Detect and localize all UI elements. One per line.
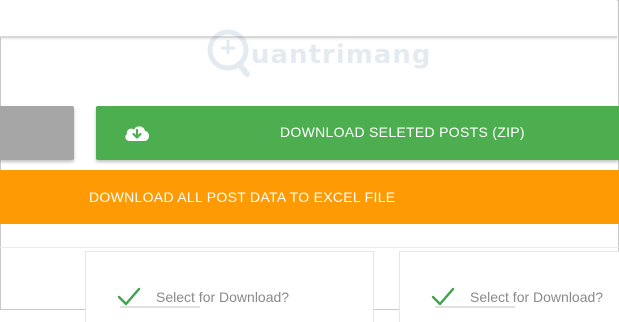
checkmark-icon[interactable] xyxy=(431,287,455,307)
divider xyxy=(0,247,619,248)
cloud-download-icon xyxy=(125,126,149,141)
post-card: Select for Download? xyxy=(85,251,374,322)
download-all-label: DOWNLOAD ALL POST DATA TO EXCEL FILE xyxy=(89,189,396,205)
checkmark-icon[interactable] xyxy=(117,287,141,307)
card-divider xyxy=(120,306,200,308)
secondary-button[interactable] xyxy=(0,106,74,160)
download-all-excel-button[interactable]: DOWNLOAD ALL POST DATA TO EXCEL FILE xyxy=(0,170,619,224)
select-for-download-label: Select for Download? xyxy=(156,289,290,305)
watermark-text: uantrimang xyxy=(251,40,432,70)
select-for-download-label: Select for Download? xyxy=(470,289,604,305)
download-selected-label: DOWNLOAD SELETED POSTS (ZIP) xyxy=(280,124,525,140)
lightbulb-icon xyxy=(207,29,250,77)
watermark-logo: uantrimang xyxy=(205,24,435,84)
post-card: Select for Download? xyxy=(399,251,619,322)
card-divider xyxy=(435,306,515,308)
download-selected-posts-button[interactable]: DOWNLOAD SELETED POSTS (ZIP) xyxy=(96,106,619,160)
